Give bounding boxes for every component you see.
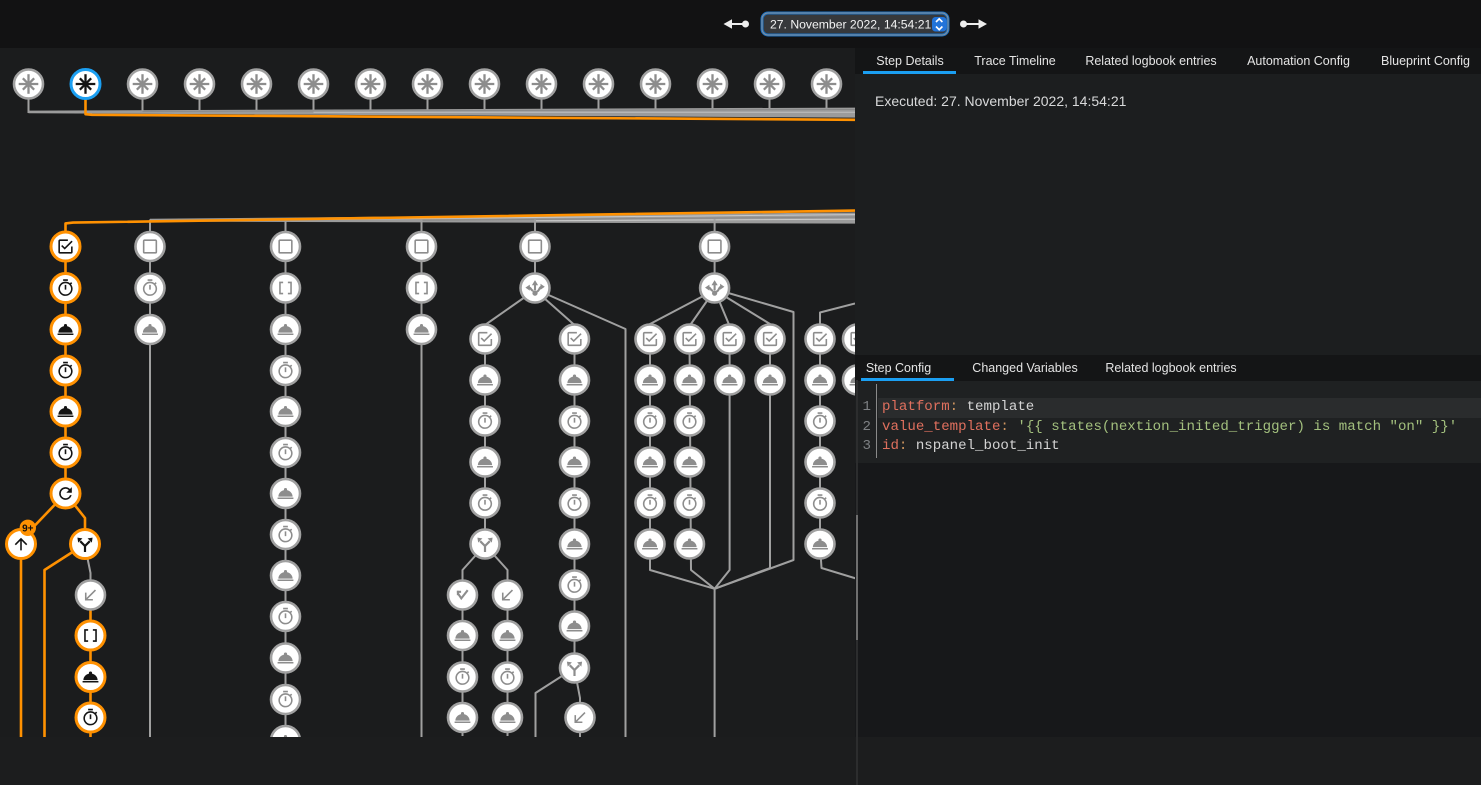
svg-text:27. November 2022, 14:54:21: 27. November 2022, 14:54:21 xyxy=(770,18,931,32)
svg-text:9+: 9+ xyxy=(22,523,34,534)
